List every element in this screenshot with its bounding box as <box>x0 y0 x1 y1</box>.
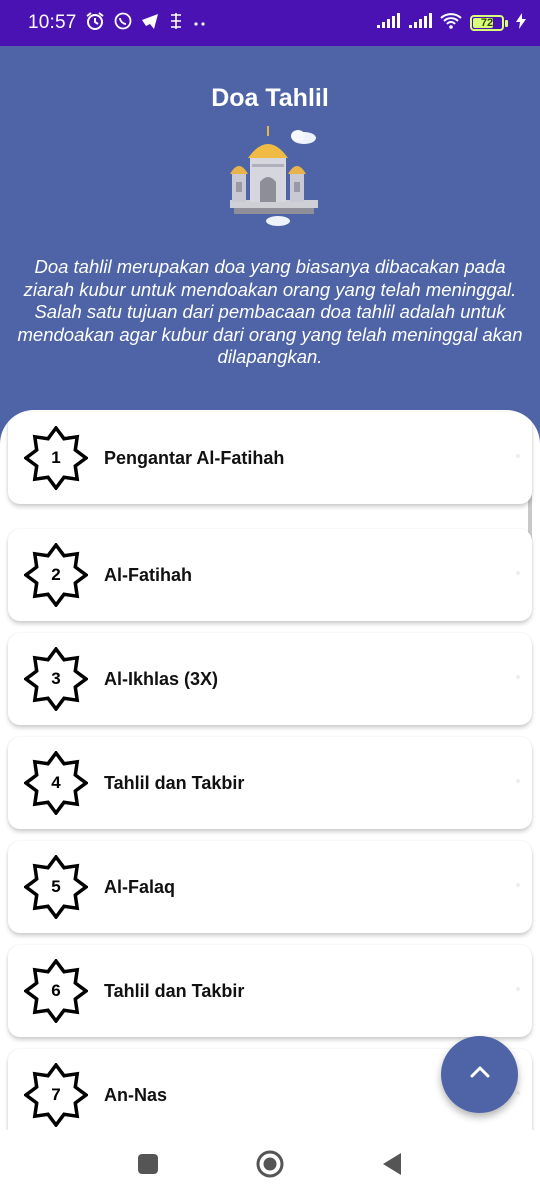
item-number: 4 <box>51 773 61 792</box>
item-label: Al-Ikhlas (3X) <box>104 668 219 689</box>
alarm-icon <box>85 11 105 36</box>
wifi-icon <box>440 12 462 35</box>
back-button[interactable] <box>370 1144 414 1188</box>
doa-list[interactable]: 1 Pengantar Al-Fatihah 2 Al-Fatihah 3 Al… <box>0 410 540 1130</box>
item-label: Al-Fatihah <box>104 564 192 585</box>
number-badge: 5 <box>24 855 88 919</box>
charging-icon <box>516 12 526 34</box>
number-badge: 3 <box>24 647 88 711</box>
signal-icon <box>376 12 400 34</box>
signal-icon <box>408 12 432 34</box>
app-icon <box>168 12 184 35</box>
home-icon <box>256 1150 284 1183</box>
chevron-right-icon <box>516 675 520 679</box>
header: Doa Tahlil Doa tahlil merupakan doa yang… <box>0 46 540 446</box>
item-label: Tahlil dan Takbir <box>104 772 245 793</box>
scroll-top-button[interactable] <box>441 1036 518 1113</box>
status-time: 10:57 <box>28 12 77 33</box>
telegram-icon <box>141 12 159 35</box>
more-icon <box>193 14 207 32</box>
battery-level: 72 <box>480 17 494 29</box>
list-item[interactable]: 2 Al-Fatihah <box>8 529 532 621</box>
number-badge: 4 <box>24 751 88 815</box>
list-item[interactable]: 4 Tahlil dan Takbir <box>8 737 532 829</box>
item-label: Al-Falaq <box>104 876 176 897</box>
chevron-up-icon <box>469 1065 491 1084</box>
list-item[interactable]: 6 Tahlil dan Takbir <box>8 945 532 1037</box>
number-badge: 6 <box>24 959 88 1023</box>
status-right: 72 <box>376 12 526 35</box>
status-bar: 10:57 72 <box>0 0 540 46</box>
chevron-right-icon <box>516 883 520 887</box>
chevron-right-icon <box>516 1091 520 1095</box>
item-number: 5 <box>51 877 61 896</box>
number-badge: 7 <box>24 1063 88 1127</box>
item-label: Tahlil dan Takbir <box>104 980 245 1001</box>
chevron-right-icon <box>516 571 520 575</box>
header-description: Doa tahlil merupakan doa yang biasanya d… <box>17 256 523 367</box>
item-label: Pengantar Al-Fatihah <box>104 447 285 468</box>
chevron-right-icon <box>516 454 520 458</box>
battery-icon: 72 <box>470 15 508 31</box>
mosque-icon <box>208 126 322 236</box>
list-item[interactable]: 5 Al-Falaq <box>8 841 532 933</box>
number-badge: 2 <box>24 543 88 607</box>
notification-icons <box>85 11 207 36</box>
chevron-right-icon <box>516 779 520 783</box>
item-label: An-Nas <box>104 1084 168 1105</box>
item-number: 2 <box>51 565 61 584</box>
list-item[interactable]: 3 Al-Ikhlas (3X) <box>8 633 532 725</box>
navigation-bar <box>0 1130 540 1200</box>
item-number: 3 <box>51 669 61 688</box>
item-number: 7 <box>51 1085 61 1104</box>
recents-icon <box>137 1153 159 1180</box>
whatsapp-icon <box>114 12 132 35</box>
home-button[interactable] <box>248 1144 292 1188</box>
recents-button[interactable] <box>126 1144 170 1188</box>
item-number: 1 <box>51 448 61 467</box>
number-badge: 1 <box>24 426 88 490</box>
page-title: Doa Tahlil <box>211 84 329 112</box>
item-number: 6 <box>51 981 61 1000</box>
list-item[interactable]: 1 Pengantar Al-Fatihah <box>8 412 532 504</box>
chevron-right-icon <box>516 987 520 991</box>
back-icon <box>381 1152 403 1181</box>
